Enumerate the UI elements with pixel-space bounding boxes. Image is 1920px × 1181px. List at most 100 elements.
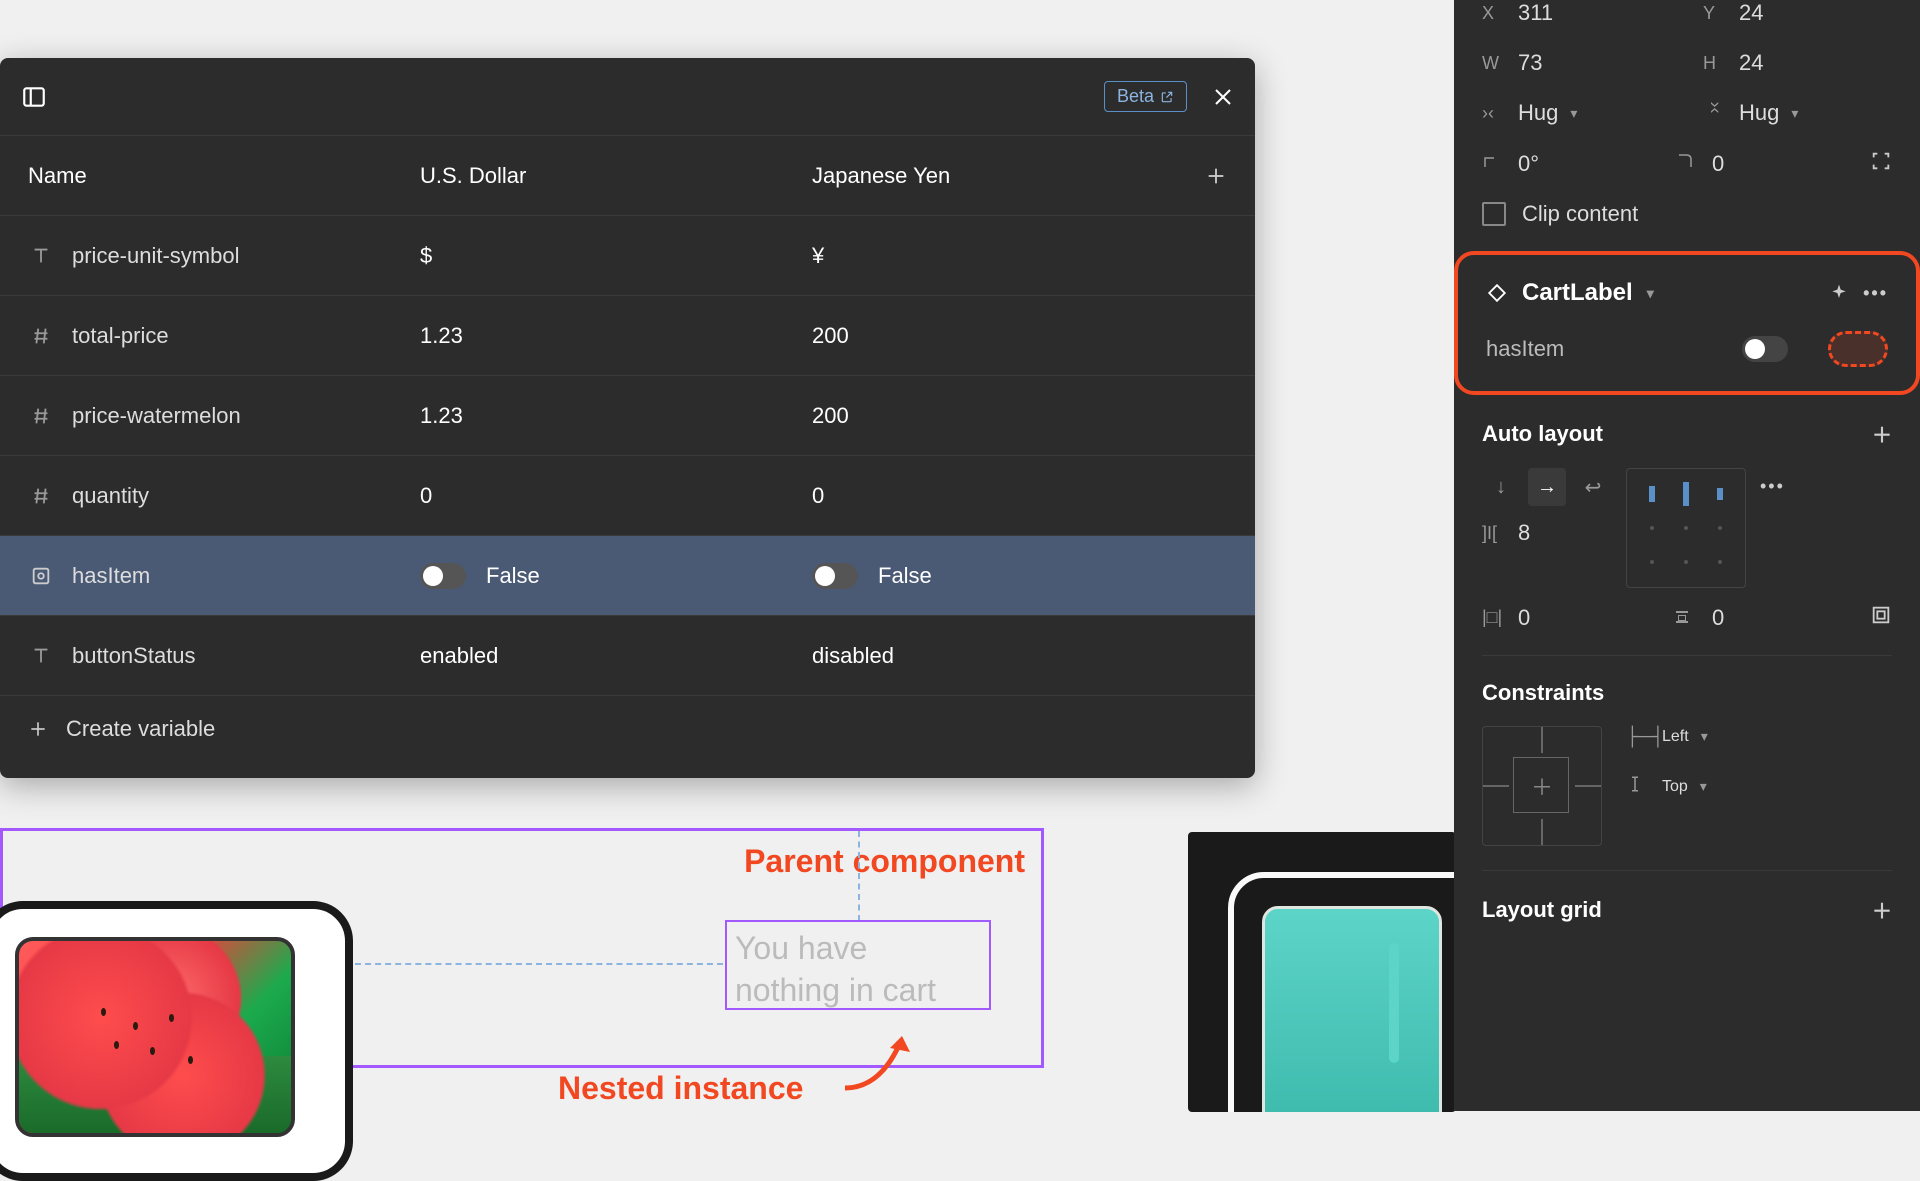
property-toggle[interactable] [1742,336,1788,362]
number-type-icon [28,483,54,509]
height-field[interactable]: H 24 [1703,50,1892,76]
beta-badge[interactable]: Beta [1104,81,1187,112]
chevron-down-icon[interactable]: ▾ [1647,285,1654,302]
component-name[interactable]: CartLabel [1522,279,1633,307]
effects-icon[interactable] [1829,283,1849,303]
width-field[interactable]: W 73 [1482,50,1671,76]
gap-field[interactable]: ]I[ 8 [1482,520,1612,546]
alignment-grid[interactable] [1626,468,1746,588]
rotation-value: 0° [1518,151,1539,177]
auto-layout-more-icon[interactable]: ••• [1760,476,1785,497]
plus-icon [1205,165,1227,187]
variables-table: Name U.S. Dollar Japanese Yen price-unit… [0,136,1255,696]
assign-variable-placeholder[interactable] [1828,331,1888,367]
cell-jp[interactable]: disabled [784,643,1176,669]
constraint-vertical-dropdown[interactable]: Top ▾ [1626,775,1708,798]
constraint-horizontal-dropdown[interactable]: ├─┤ Left ▾ [1626,726,1708,747]
add-layout-grid-button[interactable]: ＋ [1872,895,1892,924]
constraints-widget[interactable]: ＋ [1482,726,1602,846]
watermelon-photo [19,941,291,1133]
toggle-off[interactable] [812,563,858,589]
layout-grid-section: Layout grid ＋ [1482,871,1892,968]
cell-jp[interactable]: ¥ [784,243,1176,269]
table-row[interactable]: price-watermelon 1.23 200 [0,376,1255,456]
add-auto-layout-button[interactable]: ＋ [1872,419,1892,448]
direction-wrap-button[interactable]: ↩ [1574,468,1612,506]
pad-v-value: 0 [1712,605,1724,631]
chevron-down-icon: ▾ [1791,105,1798,122]
corner-radius-field[interactable]: 0 [1676,151,1838,177]
h-label: H [1703,53,1727,74]
independent-padding-button[interactable] [1870,604,1892,631]
padding-horizontal-field[interactable]: |□| 0 [1482,605,1644,631]
boolean-value: False [486,563,540,589]
independent-corners-button[interactable] [1870,150,1892,177]
toggle-off[interactable] [420,563,466,589]
y-value: 24 [1739,0,1763,26]
cell-us[interactable]: 0 [392,483,784,509]
create-variable-button[interactable]: Create variable [0,696,1255,762]
corners-icon [1870,150,1892,172]
table-row[interactable]: hasItem False False [0,536,1255,616]
w-value: 73 [1518,50,1542,76]
gap-value: 8 [1518,520,1530,546]
y-label: Y [1703,3,1727,24]
y-position-field[interactable]: Y 24 [1703,0,1892,26]
cart-label-instance[interactable]: You have nothing in cart [725,920,991,1010]
checkbox-icon [1482,202,1506,226]
corner-radius-icon [1676,152,1700,175]
variable-name: buttonStatus [72,643,196,669]
text-type-icon [28,643,54,669]
cell-us[interactable]: 1.23 [392,403,784,429]
column-header-name[interactable]: Name [0,163,392,189]
cell-us[interactable]: False [392,563,784,589]
add-column-button[interactable] [1176,165,1255,187]
plus-icon: ＋ [1531,770,1553,802]
auto-layout-title: Auto layout [1482,421,1603,447]
boolean-type-icon [28,563,54,589]
x-position-field[interactable]: X 311 [1482,0,1671,26]
variable-name: quantity [72,483,149,509]
constraint-v-icon [1626,775,1650,798]
cell-jp[interactable]: False [784,563,1176,589]
close-icon[interactable] [1211,85,1235,109]
component-properties-section: CartLabel ▾ ••• hasItem [1454,251,1920,395]
cell-jp[interactable]: 0 [784,483,1176,509]
alternate-mode-preview [1188,832,1456,1112]
h-value: 24 [1739,50,1763,76]
table-row[interactable]: price-unit-symbol $ ¥ [0,216,1255,296]
chevron-down-icon: ▾ [1570,105,1577,122]
spacing-guide [858,831,860,921]
chevron-down-icon: ▾ [1700,778,1707,795]
device-mockup [1228,872,1456,1112]
cell-us[interactable]: 1.23 [392,323,784,349]
constraints-section: Constraints ＋ ├─┤ Left ▾ Top [1482,656,1892,871]
cell-jp[interactable]: 200 [784,403,1176,429]
design-inspector-panel: X 311 Y 24 W 73 H 24 ›‹ Hug ▾ [1454,0,1920,1111]
padding-vertical-field[interactable]: 0 [1676,605,1838,631]
table-row[interactable]: quantity 0 0 [0,456,1255,536]
table-row[interactable]: total-price 1.23 200 [0,296,1255,376]
more-options-icon[interactable]: ••• [1863,283,1888,304]
column-header-us[interactable]: U.S. Dollar [392,163,784,189]
clip-content-checkbox[interactable]: Clip content [1482,201,1892,227]
boolean-value: False [878,563,932,589]
number-type-icon [28,323,54,349]
horizontal-resize-dropdown[interactable]: ›‹ Hug ▾ [1482,100,1671,126]
sidebar-toggle-icon[interactable] [20,83,48,111]
direction-horizontal-button[interactable]: → [1528,468,1566,506]
layout-grid-title: Layout grid [1482,897,1602,923]
vertical-resize-dropdown[interactable]: ›‹ Hug ▾ [1703,100,1892,126]
cell-jp[interactable]: 200 [784,323,1176,349]
column-header-jp[interactable]: Japanese Yen [784,163,1176,189]
resize-h-value: Hug [1518,100,1558,126]
rotation-field[interactable]: 0° [1482,151,1644,177]
table-row[interactable]: buttonStatus enabled disabled [0,616,1255,696]
cell-us[interactable]: $ [392,243,784,269]
cell-us[interactable]: enabled [392,643,784,669]
frame-section: X 311 Y 24 W 73 H 24 ›‹ Hug ▾ [1482,0,1892,251]
external-link-icon [1160,90,1174,104]
direction-vertical-button[interactable]: ↓ [1482,468,1520,506]
variable-name: hasItem [72,563,150,589]
constraint-h-icon: ├─┤ [1626,726,1650,747]
